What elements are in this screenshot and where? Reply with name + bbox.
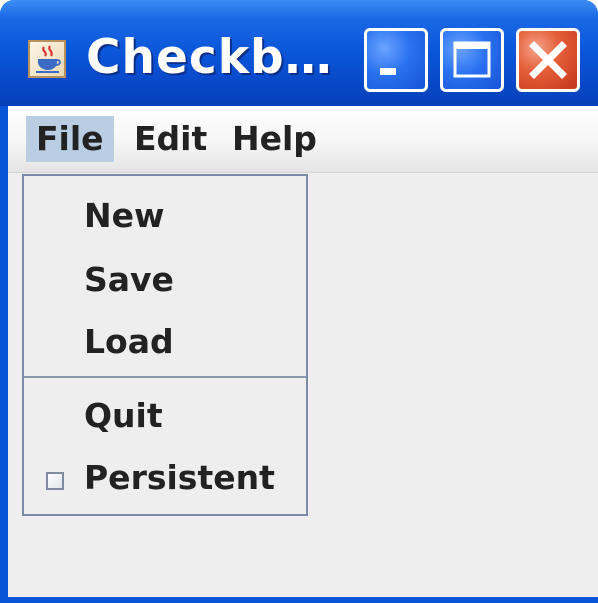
window-title: Checkb… [86,30,333,85]
menu-file[interactable]: File [26,116,114,162]
menu-help[interactable]: Help [222,116,327,162]
menu-item-load[interactable]: Load [84,322,174,361]
persistent-checkbox[interactable] [46,472,64,490]
close-icon [529,41,567,79]
java-coffee-icon [28,40,66,78]
menu-edit[interactable]: Edit [124,116,217,162]
window-bottom-border [0,597,598,603]
minimize-icon [380,68,396,75]
menu-item-persistent[interactable]: Persistent [84,458,275,497]
maximize-button[interactable] [440,28,504,92]
minimize-button[interactable] [364,28,428,92]
menu-item-save[interactable]: Save [84,260,174,299]
file-menu-dropdown: New Save Load Quit Persistent [22,174,308,516]
menu-item-new[interactable]: New [84,196,165,235]
close-button[interactable] [516,28,580,92]
menu-separator [24,376,306,378]
title-bar[interactable]: Checkb… [0,0,598,106]
maximize-icon [453,41,491,78]
menu-bar: File Edit Help [8,106,598,173]
menu-item-quit[interactable]: Quit [84,396,163,435]
